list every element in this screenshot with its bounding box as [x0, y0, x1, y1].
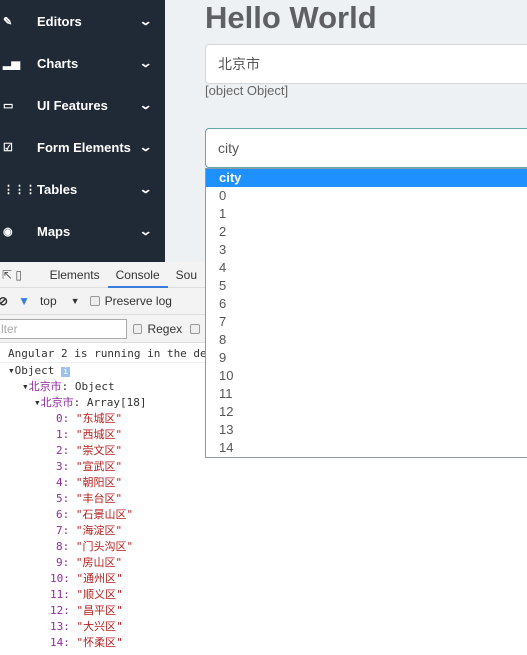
sidebar-item-form-elements[interactable]: ☑ Form Elements ⌄	[0, 126, 165, 168]
dropdown-option[interactable]: 12	[206, 403, 527, 421]
dropdown-option[interactable]: 3	[206, 241, 527, 259]
sidebar: ✎ Editors ⌄ ▂▅ Charts ⌄ ▭ UI Features ⌄ ☑ Form Ele…	[0, 0, 165, 262]
context-select[interactable]: top	[40, 294, 57, 308]
dropdown-option[interactable]: 5	[206, 277, 527, 295]
array-entry: 11: "顺义区"	[50, 588, 123, 601]
sidebar-item-charts[interactable]: ▂▅ Charts ⌄	[0, 42, 165, 84]
entry-value: 海淀区	[82, 524, 116, 537]
clear-icon[interactable]: ⊘	[0, 294, 8, 308]
map-pin-icon: ◉	[3, 225, 13, 238]
root-label: Object	[14, 364, 55, 377]
inspect-icon[interactable]: ⇱ ▯	[0, 268, 42, 282]
info-icon: i	[61, 367, 71, 377]
sidebar-item-label: Editors	[37, 13, 82, 29]
console-toolbar: ⊘ ▼ top ▼ Preserve log	[0, 288, 205, 315]
entry-value: 丰台区	[82, 492, 116, 505]
array-entry: 9: "房山区"	[56, 556, 123, 569]
sidebar-item-label: Maps	[37, 223, 71, 239]
dropdown-option[interactable]: 13	[206, 421, 527, 439]
entry-value: 崇文区	[82, 444, 116, 457]
context-dropdown-icon[interactable]: ▼	[71, 296, 80, 306]
array-entry: 8: "门头沟区"	[56, 540, 134, 553]
node-type: Object	[74, 380, 115, 393]
dropdown-option[interactable]: 0	[206, 187, 527, 205]
city-select[interactable]: city	[205, 128, 527, 168]
entry-value: 顺义区	[83, 588, 117, 601]
entry-value: 房山区	[82, 556, 116, 569]
array-entry: 12: "昌平区"	[50, 604, 123, 617]
page-title: Hello World	[205, 0, 377, 35]
dropdown-option[interactable]: 11	[206, 385, 527, 403]
edit-icon: ☑	[3, 141, 13, 154]
entry-value: 通州区	[83, 572, 117, 585]
sidebar-item-label: Form Elements	[37, 139, 131, 155]
dropdown-option[interactable]: 1	[206, 205, 527, 223]
dropdown-option[interactable]: 2	[206, 223, 527, 241]
array-entry: 13: "大兴区"	[50, 620, 123, 633]
node-key: 北京市	[40, 396, 74, 409]
filter-icon[interactable]: ▼	[18, 294, 30, 308]
devtools-tabbar: ⇱ ▯ Elements Console Sou	[0, 262, 205, 288]
monitor-icon: ▭	[3, 99, 14, 112]
tab-console[interactable]: Console	[107, 262, 168, 288]
entry-value: 东城区	[82, 412, 116, 425]
entry-value: 朝阳区	[82, 476, 116, 489]
console-log: Angular 2 is running in the de ▾Object i…	[0, 344, 205, 651]
array-entry: 1: "西城区"	[56, 428, 123, 441]
sidebar-item-ui-features[interactable]: ▭ UI Features ⌄	[0, 84, 165, 126]
sidebar-item-label: Charts	[37, 55, 79, 71]
sidebar-item-tables[interactable]: ⋮⋮⋮ Tables ⌄	[0, 168, 165, 210]
city-dropdown-list[interactable]: city 0 1 2 3 4 5 6 7 8 9 10 11 12 13 14	[205, 168, 527, 458]
sidebar-item-label: Tables	[37, 181, 78, 197]
array-entry: 7: "海淀区"	[56, 524, 123, 537]
filter-bar: lter Regex	[0, 315, 205, 343]
regex-label: Regex	[147, 321, 183, 336]
preserve-log-checkbox[interactable]	[89, 296, 100, 306]
array-entry: 4: "朝阳区"	[56, 476, 123, 489]
tab-sources[interactable]: Sou	[168, 262, 205, 288]
entry-value: 西城区	[82, 428, 116, 441]
tab-elements[interactable]: Elements	[42, 262, 108, 288]
array-entry: 0: "东城区"	[56, 412, 123, 425]
entry-value: 大兴区	[83, 620, 117, 633]
array-entry: 3: "宣武区"	[56, 460, 123, 473]
hide-network-checkbox[interactable]	[190, 323, 200, 334]
dropdown-option[interactable]: 6	[206, 295, 527, 313]
dropdown-option[interactable]: 14	[206, 439, 527, 457]
tree-node-level1[interactable]: ▾北京市: Object	[0, 379, 205, 395]
log-message: Angular 2 is running in the de	[0, 344, 205, 363]
city-input[interactable]: 北京市	[205, 44, 527, 84]
entry-value: 宣武区	[82, 460, 116, 473]
dropdown-option[interactable]: 4	[206, 259, 527, 277]
tree-root[interactable]: ▾Object i	[0, 363, 205, 379]
array-entry: 10: "通州区"	[50, 572, 123, 585]
array-entry: 5: "丰台区"	[56, 492, 123, 505]
node-key: 北京市	[28, 380, 62, 393]
node-type: Array[18]	[86, 396, 147, 409]
entry-value: 昌平区	[83, 604, 117, 617]
array-entry: 14: "怀柔区"	[50, 636, 123, 649]
object-output: [object Object]	[205, 83, 289, 98]
dropdown-option[interactable]: 10	[206, 367, 527, 385]
sidebar-item-label: UI Features	[37, 97, 108, 113]
pencil-icon: ✎	[3, 15, 13, 28]
dropdown-option[interactable]: 9	[206, 349, 527, 367]
entry-value: 石景山区	[82, 508, 127, 521]
filter-input[interactable]: lter	[0, 318, 127, 339]
array-entry: 6: "石景山区"	[56, 508, 134, 521]
sidebar-item-editors[interactable]: ✎ Editors ⌄	[0, 0, 165, 42]
bar-chart-icon: ▂▅	[3, 57, 20, 70]
dropdown-option[interactable]: 8	[206, 331, 527, 349]
grid-icon: ⋮⋮⋮	[3, 183, 36, 196]
entry-value: 门头沟区	[82, 540, 127, 553]
tree-node-level2[interactable]: ▾北京市: Array[18]	[0, 395, 205, 411]
dropdown-option[interactable]: 7	[206, 313, 527, 331]
regex-checkbox[interactable]	[132, 323, 143, 334]
dropdown-option[interactable]: city	[206, 169, 527, 187]
entry-value: 怀柔区	[83, 636, 117, 649]
preserve-log-label: Preserve log	[104, 294, 172, 308]
sidebar-item-maps[interactable]: ◉ Maps ⌄	[0, 210, 165, 252]
array-entry: 2: "崇文区"	[56, 444, 123, 457]
